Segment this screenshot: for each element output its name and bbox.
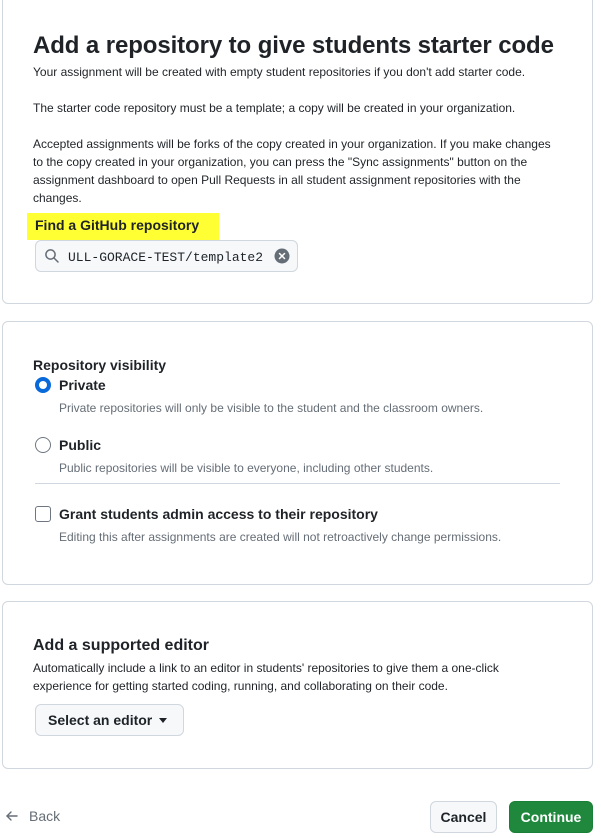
private-option-hint: Private repositories will only be visibl…: [59, 401, 484, 415]
back-label: Back: [29, 808, 61, 824]
back-link[interactable]: Back: [5, 808, 60, 824]
continue-button[interactable]: Continue: [509, 801, 593, 833]
public-radio[interactable]: [35, 437, 51, 453]
arrow-left-icon: [6, 811, 18, 821]
search-icon: [45, 249, 59, 263]
supported-editor-heading: Add a supported editor: [33, 637, 209, 654]
public-option-label[interactable]: Public: [59, 437, 101, 453]
repository-visibility-label: Repository visibility: [33, 357, 167, 373]
find-repository-label: Find a GitHub repository: [27, 213, 219, 240]
admin-access-label[interactable]: Grant students admin access to their rep…: [59, 506, 378, 522]
supported-editor-description: Automatically include a link to an edito…: [33, 661, 499, 693]
admin-access-hint: Editing this after assignments are creat…: [59, 530, 502, 544]
public-option-hint: Public repositories will be visible to e…: [59, 461, 434, 475]
starter-description-template: The starter code repository must be a te…: [33, 101, 516, 115]
triangle-down-icon: [159, 718, 167, 723]
select-editor-label: Select an editor: [48, 712, 153, 728]
starter-description-empty: Your assignment will be created with emp…: [33, 65, 526, 79]
private-radio[interactable]: [35, 377, 51, 393]
starter-description-sync: Accepted assignments will be forks of th…: [33, 137, 551, 205]
repository-search-input[interactable]: [68, 247, 268, 267]
visibility-divider: [35, 483, 560, 484]
admin-access-checkbox[interactable]: [35, 506, 51, 522]
private-option-label[interactable]: Private: [59, 377, 106, 393]
cancel-button[interactable]: Cancel: [430, 801, 497, 833]
repository-search-field[interactable]: [35, 240, 298, 272]
select-editor-button[interactable]: Select an editor: [35, 704, 184, 736]
x-circle-fill-icon[interactable]: [274, 248, 290, 264]
page-title: Add a repository to give students starte…: [33, 32, 554, 59]
